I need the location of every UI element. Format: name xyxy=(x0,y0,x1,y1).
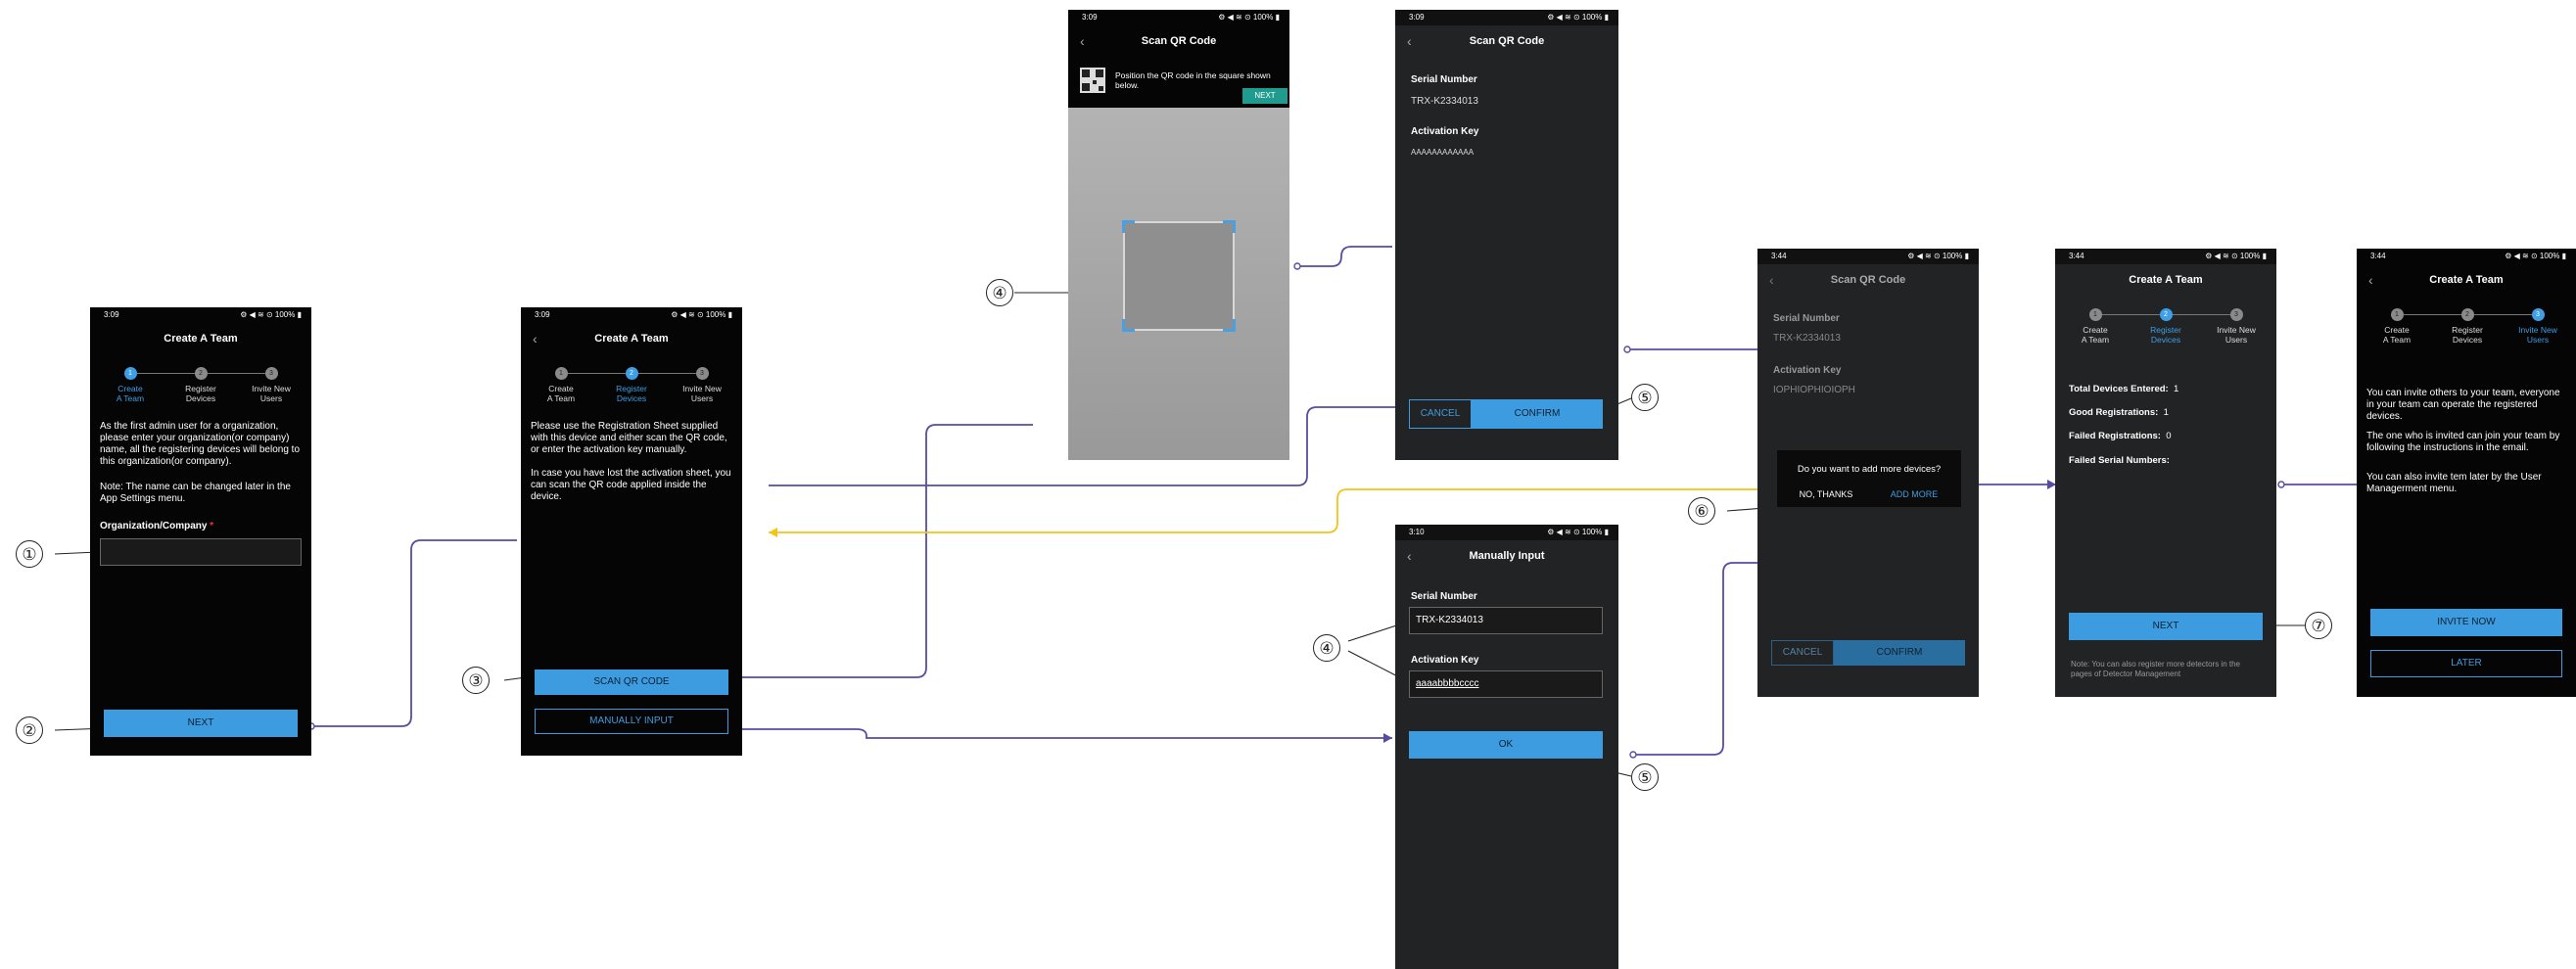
callout-5-confirm: ⑤ xyxy=(1631,384,1659,411)
step-create-team: 1 Create A Team xyxy=(108,367,153,403)
cancel-button[interactable]: CANCEL xyxy=(1409,399,1472,429)
ok-button[interactable]: OK xyxy=(1409,731,1603,759)
page-title: Create A Team xyxy=(2129,274,2203,286)
page-title: Create A Team xyxy=(2429,274,2504,286)
serial-number-label: Serial Number xyxy=(1411,591,1477,602)
screen-registration-summary: 3:44 ⚙ ◀ ≋ ⊙ 100% ▮ Create A Team 1 Create… xyxy=(2055,249,2276,697)
no-thanks-button[interactable]: NO, THANKS xyxy=(1783,489,1869,499)
step-register-devices: 2 Register Devices xyxy=(178,367,223,403)
total-devices-row: Total Devices Entered: 1 xyxy=(2069,384,2179,394)
callout-2: ② xyxy=(16,716,43,744)
confirm-button[interactable]: CONFIRM xyxy=(1834,640,1965,666)
next-button[interactable]: NEXT xyxy=(104,710,298,737)
invite-instructions: The one who is invited can join your tea… xyxy=(2366,431,2560,453)
step-register-devices: 2 Register Devices xyxy=(2445,308,2490,345)
failed-registrations-row: Failed Registrations: 0 xyxy=(2069,431,2172,441)
step-create-team: 1 Create A Team xyxy=(2073,308,2118,345)
serial-number-value: TRX-K2334013 xyxy=(1411,96,1478,107)
screen-add-more-prompt: 3:44 ⚙ ◀ ≋ ⊙ 100% ▮ ‹ Scan QR Code Serial… xyxy=(1757,249,1979,697)
callout-6: ⑥ xyxy=(1688,497,1715,525)
step-invite-users: 3 Invite New Users xyxy=(679,367,725,403)
add-more-button[interactable]: ADD MORE xyxy=(1871,489,1957,499)
organization-input[interactable] xyxy=(100,538,302,566)
callout-4-manual: ④ xyxy=(1313,634,1340,662)
connector-next-to-register xyxy=(311,539,517,727)
status-bar: 3:10 ⚙ ◀ ≋ ⊙ 100% ▮ xyxy=(1395,525,1618,540)
activation-key-label: Activation Key xyxy=(1411,126,1479,137)
status-bar: 3:09 ⚙ ◀ ≋ ⊙ 100% ▮ xyxy=(90,307,311,323)
screen-manual-input: 3:10 ⚙ ◀ ≋ ⊙ 100% ▮ ‹ Manually Input Seri… xyxy=(1395,525,1618,969)
status-bar: 3:09 ⚙ ◀ ≋ ⊙ 100% ▮ xyxy=(1082,13,1280,22)
step-register-devices: 2 Register Devices xyxy=(609,367,654,403)
page-title: Create A Team xyxy=(164,333,238,345)
callout-1: ① xyxy=(16,540,43,568)
activation-key-label: Activation Key xyxy=(1773,365,1842,376)
page-title: Scan QR Code xyxy=(1830,274,1906,286)
add-more-dialog: Do you want to add more devices? NO, THA… xyxy=(1777,450,1961,507)
connector-manual-to-manual-input xyxy=(690,728,1392,739)
scan-qr-code-button[interactable]: SCAN QR CODE xyxy=(535,669,728,695)
failed-serials-label: Failed Serial Numbers: xyxy=(2069,455,2170,466)
screen-register-devices: 3:09 ⚙ ◀ ≋ ⊙ 100% ▮ ‹ Create A Team 1 Crea… xyxy=(521,307,742,756)
organization-label: Organization/Company * xyxy=(100,521,214,531)
page-title: Manually Input xyxy=(1469,550,1545,562)
page-title: Scan QR Code xyxy=(1141,35,1217,47)
serial-number-label: Serial Number xyxy=(1773,313,1840,324)
step-invite-users: 3 Invite New Users xyxy=(2214,308,2259,345)
page-title: Scan QR Code xyxy=(1469,35,1545,47)
page-title: Create A Team xyxy=(594,333,669,345)
screen-scan-camera: 3:09 ⚙ ◀ ≋ ⊙ 100% ▮ ‹ Scan QR Code Positi… xyxy=(1068,10,1289,460)
step-invite-users: 3 Invite New Users xyxy=(2515,308,2560,345)
manually-input-button[interactable]: MANUALLY INPUT xyxy=(535,709,728,734)
status-icons: ⚙ ◀ ≋ ⊙ 100% ▮ xyxy=(240,310,302,319)
status-bar: 3:44 ⚙ ◀ ≋ ⊙ 100% ▮ xyxy=(2055,249,2276,264)
callout-7: ⑦ xyxy=(2305,612,2332,639)
status-bar: 3:09 ⚙ ◀ ≋ ⊙ 100% ▮ xyxy=(535,310,732,319)
add-more-question: Do you want to add more devices? xyxy=(1797,464,1942,475)
activation-key-input[interactable]: aaaabbbbcccc xyxy=(1409,670,1603,698)
activation-key-value: IOPHIOPHIOIOPH xyxy=(1773,385,1855,395)
required-mark: * xyxy=(210,521,214,531)
serial-number-label: Serial Number xyxy=(1411,74,1477,85)
screen-scan-result: 3:09 ⚙ ◀ ≋ ⊙ 100% ▮ ‹ Scan QR Code Serial… xyxy=(1395,10,1618,460)
callout-5-ok: ⑤ xyxy=(1631,763,1659,791)
step-register-devices: 2 Register Devices xyxy=(2143,308,2188,345)
serial-number-input[interactable]: TRX-K2334013 xyxy=(1409,607,1603,634)
invite-description: You can invite others to your team, ever… xyxy=(2366,388,2560,422)
register-lost-sheet-text: In case you have lost the activation she… xyxy=(531,468,731,502)
step-invite-users: 3 Invite New Users xyxy=(249,367,294,403)
later-button[interactable]: LATER xyxy=(2370,650,2562,677)
detector-management-note: Note: You can also register more detecto… xyxy=(2071,660,2240,678)
create-team-note: Note: The name can be changed later in t… xyxy=(100,482,291,504)
step-create-team: 1 Create A Team xyxy=(539,367,584,403)
status-bar: 3:09 ⚙ ◀ ≋ ⊙ 100% ▮ xyxy=(1395,10,1618,25)
confirm-button[interactable]: CONFIRM xyxy=(1472,399,1603,429)
status-bar: 3:44 ⚙ ◀ ≋ ⊙ 100% ▮ xyxy=(1757,249,1979,264)
cancel-button[interactable]: CANCEL xyxy=(1771,640,1834,666)
connector-ok-to-add-more xyxy=(1633,562,1757,756)
register-description: Please use the Registration Sheet suppli… xyxy=(531,421,727,455)
scan-hint: Position the QR code in the square shown… xyxy=(1115,70,1271,90)
good-registrations-row: Good Registrations: 1 xyxy=(2069,407,2169,418)
connector-add-more-back-to-register xyxy=(769,488,1909,533)
invite-later-note: You can also invite tem later by the Use… xyxy=(2366,472,2542,494)
create-team-description: As the first admin user for a organizati… xyxy=(100,421,300,467)
screen-create-team: 3:09 ⚙ ◀ ≋ ⊙ 100% ▮ Create A Team 1 Create… xyxy=(90,307,311,756)
serial-number-value: TRX-K2334013 xyxy=(1773,333,1841,344)
qr-code-icon xyxy=(1080,68,1105,93)
scan-target-square xyxy=(1122,220,1236,332)
step-create-team: 1 Create A Team xyxy=(2374,308,2419,345)
summary-next-button[interactable]: NEXT xyxy=(2069,613,2263,640)
invite-now-button[interactable]: INVITE NOW xyxy=(2370,609,2562,636)
callout-4-camera: ④ xyxy=(986,279,1013,306)
status-bar: 3:44 ⚙ ◀ ≋ ⊙ 100% ▮ xyxy=(2370,252,2566,260)
callout-3: ③ xyxy=(462,667,490,694)
screen-invite-users: 3:44 ⚙ ◀ ≋ ⊙ 100% ▮ ‹ Create A Team 1 Crea… xyxy=(2357,249,2576,697)
connector-camera-to-result xyxy=(1297,246,1392,267)
activation-key-value: AAAAAAAAAAAA xyxy=(1411,148,1475,157)
scan-next-button[interactable]: NEXT xyxy=(1242,88,1288,104)
activation-key-label: Activation Key xyxy=(1411,655,1479,666)
